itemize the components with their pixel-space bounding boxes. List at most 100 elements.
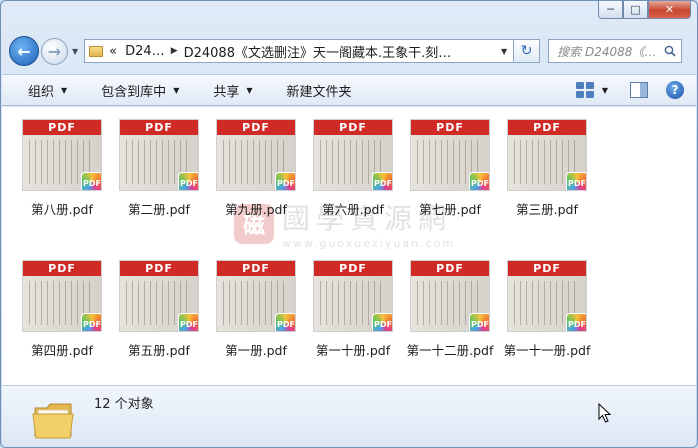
address-bar[interactable]: « D24… ▶ D24088《文选删注》天一阁藏本.王象干.刻… ▼: [84, 39, 515, 63]
arrow-right-icon: →: [47, 41, 62, 61]
item-count: 12 个对象: [94, 397, 154, 412]
explorer-window: ─ □ ✕ ← → ▼ « D24… ▶ D24088《文选删注》天一阁藏本.王…: [0, 0, 698, 448]
file-name: 第一十一册.pdf: [503, 343, 591, 358]
file-item[interactable]: PDF PDF 第六册.pdf: [305, 119, 401, 218]
pdf-label: PDF: [120, 261, 198, 276]
include-library-label: 包含到库中: [101, 84, 167, 100]
pdf-app-icon: PDF: [566, 313, 586, 331]
pdf-thumbnail: PDF PDF: [410, 260, 490, 332]
pdf-label: PDF: [411, 261, 489, 276]
pdf-thumbnail: PDF PDF: [22, 260, 102, 332]
file-name: 第一十二册.pdf: [406, 343, 494, 358]
help-icon[interactable]: ?: [666, 81, 684, 99]
file-name: 第三册.pdf: [516, 202, 578, 217]
file-item[interactable]: PDF PDF 第二册.pdf: [111, 119, 207, 218]
address-overflow[interactable]: «: [109, 44, 117, 59]
search-icon[interactable]: [664, 45, 676, 57]
include-in-library-menu[interactable]: 包含到库中 ▼: [101, 81, 179, 100]
pdf-app-icon: PDF: [178, 313, 198, 331]
arrow-left-icon: ←: [17, 41, 31, 61]
recent-pages-dropdown[interactable]: ▼: [72, 47, 78, 56]
organize-menu[interactable]: 组织 ▼: [28, 81, 67, 100]
file-item[interactable]: PDF PDF 第一十册.pdf: [305, 260, 401, 359]
file-name: 第一册.pdf: [225, 343, 287, 358]
pdf-app-icon: PDF: [81, 313, 101, 331]
pdf-thumbnail: PDF PDF: [507, 119, 587, 191]
pdf-app-icon: PDF: [469, 313, 489, 331]
pdf-label: PDF: [314, 120, 392, 135]
file-item[interactable]: PDF PDF 第一十二册.pdf: [402, 260, 498, 359]
file-item[interactable]: PDF PDF 第九册.pdf: [208, 119, 304, 218]
pdf-thumbnail: PDF PDF: [119, 119, 199, 191]
search-placeholder: 搜索 D24088《…: [557, 44, 657, 59]
pdf-label: PDF: [508, 261, 586, 276]
pdf-thumbnail: PDF PDF: [22, 119, 102, 191]
watermark-url: www.guoxueziyuan.com: [282, 237, 456, 250]
pdf-app-icon: PDF: [469, 172, 489, 190]
file-name: 第九册.pdf: [225, 202, 287, 217]
details-pane: 12 个对象: [2, 385, 696, 447]
new-folder-label: 新建文件夹: [286, 84, 352, 100]
file-item[interactable]: PDF PDF 第八册.pdf: [14, 119, 110, 218]
mouse-cursor-icon: [598, 403, 612, 423]
pdf-thumbnail: PDF PDF: [216, 260, 296, 332]
close-button[interactable]: ✕: [648, 1, 691, 19]
file-name: 第一十册.pdf: [315, 343, 391, 358]
pdf-label: PDF: [217, 261, 295, 276]
pdf-app-icon: PDF: [178, 172, 198, 190]
pdf-thumbnail: PDF PDF: [216, 119, 296, 191]
pdf-thumbnail: PDF PDF: [410, 119, 490, 191]
file-item[interactable]: PDF PDF 第一十一册.pdf: [499, 260, 595, 359]
share-menu[interactable]: 共享 ▼: [213, 81, 252, 100]
pdf-label: PDF: [411, 120, 489, 135]
minimize-button[interactable]: ─: [598, 1, 623, 19]
back-button[interactable]: ←: [9, 36, 39, 66]
pdf-thumbnail: PDF PDF: [119, 260, 199, 332]
folder-icon: [89, 45, 104, 57]
pdf-thumbnail: PDF PDF: [313, 119, 393, 191]
refresh-icon: ↻: [520, 43, 533, 59]
maximize-button[interactable]: □: [623, 1, 648, 19]
caption-buttons: ─ □ ✕: [598, 1, 691, 19]
pdf-app-icon: PDF: [275, 313, 295, 331]
pdf-app-icon: PDF: [372, 172, 392, 190]
file-name: 第四册.pdf: [31, 343, 93, 358]
breadcrumb-current[interactable]: D24088《文选删注》天一阁藏本.王象干.刻…: [184, 42, 452, 61]
new-folder-button[interactable]: 新建文件夹: [287, 81, 352, 100]
refresh-button[interactable]: ↻: [514, 39, 541, 63]
preview-pane-icon[interactable]: [630, 82, 648, 98]
forward-button[interactable]: →: [41, 37, 68, 65]
pdf-label: PDF: [23, 261, 101, 276]
file-item[interactable]: PDF PDF 第三册.pdf: [499, 119, 595, 218]
share-label: 共享: [213, 84, 240, 100]
pdf-app-icon: PDF: [275, 172, 295, 190]
pdf-label: PDF: [508, 120, 586, 135]
pdf-label: PDF: [120, 120, 198, 135]
pdf-label: PDF: [217, 120, 295, 135]
chevron-down-icon: ▼: [246, 85, 253, 95]
pdf-label: PDF: [23, 120, 101, 135]
pdf-thumbnail: PDF PDF: [313, 260, 393, 332]
view-options-icon[interactable]: [575, 82, 594, 98]
command-bar: 组织 ▼ 包含到库中 ▼ 共享 ▼ 新建文件夹 ▼ ?: [2, 74, 696, 106]
chevron-right-icon[interactable]: ▶: [171, 46, 178, 56]
chevron-down-icon: ▼: [173, 85, 180, 95]
breadcrumb-parent[interactable]: D24…: [125, 44, 165, 59]
navigation-bar: ← → ▼ « D24… ▶ D24088《文选删注》天一阁藏本.王象干.刻… …: [9, 34, 689, 68]
pdf-label: PDF: [314, 261, 392, 276]
file-item[interactable]: PDF PDF 第五册.pdf: [111, 260, 207, 359]
file-name: 第八册.pdf: [31, 202, 93, 217]
pdf-thumbnail: PDF PDF: [507, 260, 587, 332]
file-name: 第六册.pdf: [322, 202, 384, 217]
address-dropdown[interactable]: ▼: [501, 47, 507, 56]
file-item[interactable]: PDF PDF 第一册.pdf: [208, 260, 304, 359]
file-name: 第五册.pdf: [128, 343, 190, 358]
pdf-app-icon: PDF: [81, 172, 101, 190]
search-input[interactable]: 搜索 D24088《…: [548, 39, 683, 63]
file-item[interactable]: PDF PDF 第七册.pdf: [402, 119, 498, 218]
view-dropdown-icon[interactable]: ▼: [602, 86, 608, 95]
file-item[interactable]: PDF PDF 第四册.pdf: [14, 260, 110, 359]
file-list-area[interactable]: 磁 國學資源網 www.guoxueziyuan.com PDF PDF 第八册.…: [2, 107, 696, 385]
file-name: 第二册.pdf: [128, 202, 190, 217]
folder-icon: [32, 403, 74, 439]
